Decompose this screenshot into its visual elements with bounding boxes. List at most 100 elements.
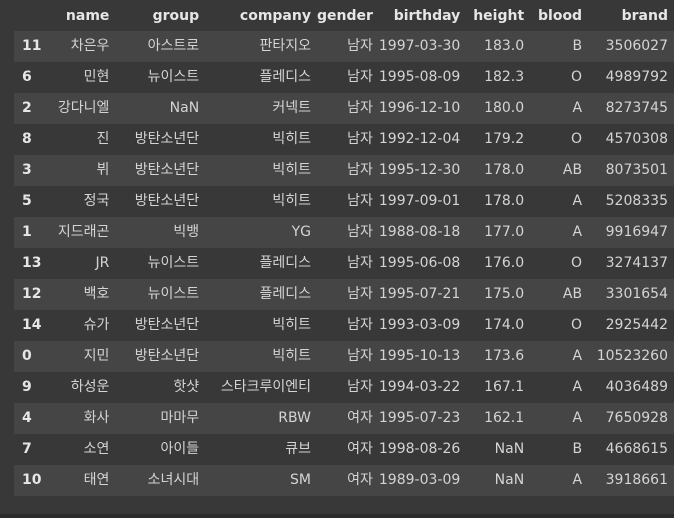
column-header-birthday: birthday bbox=[393, 8, 461, 24]
row-index: 7 bbox=[22, 441, 32, 457]
cell-brand: 3274137 bbox=[605, 255, 668, 271]
cell-height: 179.2 bbox=[484, 131, 525, 147]
cell-gender: 남자 bbox=[347, 100, 373, 116]
cell-name: 태연 bbox=[83, 472, 110, 488]
cell-brand: 9916947 bbox=[605, 224, 668, 240]
row-index: 2 bbox=[22, 100, 32, 116]
table-row: 2 강다니엘 NaN 커넥트 남자 1996-12-10 180.0 A 8273745 bbox=[14, 93, 674, 124]
cell-brand: 3301654 bbox=[605, 286, 668, 302]
table-row: 12 백호 뉴이스트 플레디스 남자 1995-07-21 175.0 AB 3301654 bbox=[14, 279, 674, 310]
cell-birthday: 1988-08-18 bbox=[378, 224, 461, 240]
cell-gender: 남자 bbox=[347, 69, 373, 85]
cell-name: 백호 bbox=[83, 286, 110, 302]
cell-blood: B bbox=[572, 38, 583, 54]
cell-brand: 8273745 bbox=[605, 100, 668, 116]
cell-birthday: 1992-12-04 bbox=[378, 131, 461, 147]
cell-height: NaN bbox=[494, 472, 525, 488]
cell-gender: 남자 bbox=[347, 193, 373, 209]
row-index: 11 bbox=[22, 38, 42, 54]
table-row: 10 태연 소녀시대 SM 여자 1989-03-09 NaN A 3918661 bbox=[14, 465, 674, 496]
cell-birthday: 1994-03-22 bbox=[378, 379, 461, 395]
table-row: 13 JR 뉴이스트 플레디스 남자 1995-06-08 176.0 O 3274137 bbox=[14, 248, 674, 279]
cell-birthday: 1995-12-30 bbox=[378, 162, 461, 178]
cell-gender: 남자 bbox=[347, 131, 373, 147]
cell-group: 방탄소년단 bbox=[134, 193, 200, 209]
table-row: 3 뷔 방탄소년단 빅히트 남자 1995-12-30 178.0 AB 8073501 bbox=[14, 155, 674, 186]
row-index: 4 bbox=[22, 410, 32, 426]
table-row: 6 민현 뉴이스트 플레디스 남자 1995-08-09 182.3 O 4989792 bbox=[14, 62, 674, 93]
row-index: 0 bbox=[22, 348, 32, 364]
dataframe-table: name group company gender birthday height bloo… bbox=[14, 2, 674, 496]
scrollbar-track[interactable] bbox=[0, 514, 674, 518]
cell-height: 175.0 bbox=[484, 286, 525, 302]
table-row: 7 소연 아이들 큐브 여자 1998-08-26 NaN B 4668615 bbox=[14, 434, 674, 465]
cell-name: 지드래곤 bbox=[57, 224, 110, 240]
cell-group: 뉴이스트 bbox=[147, 255, 200, 271]
cell-company: 빅히트 bbox=[272, 317, 311, 333]
row-index: 12 bbox=[22, 286, 42, 302]
table-row: 0 지민 방탄소년단 빅히트 남자 1995-10-13 173.6 A 10523260 bbox=[14, 341, 674, 372]
cell-height: 176.0 bbox=[484, 255, 525, 271]
cell-gender: 여자 bbox=[347, 410, 373, 426]
cell-birthday: 1995-06-08 bbox=[378, 255, 461, 271]
cell-height: 162.1 bbox=[484, 410, 525, 426]
row-index: 14 bbox=[22, 317, 42, 333]
cell-name: 차은우 bbox=[70, 38, 110, 54]
cell-company: 큐브 bbox=[285, 441, 311, 457]
cell-company: 플레디스 bbox=[259, 255, 311, 271]
cell-brand: 4570308 bbox=[605, 131, 668, 147]
cell-height: 177.0 bbox=[484, 224, 525, 240]
cell-gender: 남자 bbox=[347, 224, 373, 240]
cell-gender: 여자 bbox=[347, 472, 373, 488]
row-index: 10 bbox=[22, 472, 42, 488]
column-header-blood: blood bbox=[538, 8, 583, 24]
cell-birthday: 1995-07-23 bbox=[378, 410, 461, 426]
cell-height: 178.0 bbox=[484, 162, 525, 178]
cell-blood: A bbox=[572, 224, 583, 240]
row-index: 9 bbox=[22, 379, 32, 395]
cell-name: JR bbox=[95, 255, 110, 271]
cell-gender: 남자 bbox=[347, 286, 373, 302]
cell-name: 지민 bbox=[83, 348, 110, 364]
row-index: 8 bbox=[22, 131, 32, 147]
header-row: name group company gender birthday height bloo… bbox=[14, 2, 674, 31]
cell-gender: 남자 bbox=[347, 255, 373, 271]
column-header-company: company bbox=[239, 8, 311, 24]
cell-name: 민현 bbox=[83, 69, 110, 85]
cell-group: 아이들 bbox=[160, 441, 200, 457]
cell-blood: A bbox=[572, 472, 583, 488]
row-index: 6 bbox=[22, 69, 32, 85]
cell-name: 강다니엘 bbox=[57, 100, 110, 116]
cell-group: NaN bbox=[169, 100, 200, 116]
cell-blood: AB bbox=[562, 286, 583, 302]
cell-group: 빅뱅 bbox=[173, 224, 200, 240]
cell-gender: 남자 bbox=[347, 162, 373, 178]
cell-company: 빅히트 bbox=[272, 131, 311, 147]
cell-height: NaN bbox=[494, 441, 525, 457]
cell-brand: 2925442 bbox=[605, 317, 668, 333]
table-row: 14 슈가 방탄소년단 빅히트 남자 1993-03-09 174.0 O 2925442 bbox=[14, 310, 674, 341]
cell-birthday: 1997-03-30 bbox=[378, 38, 461, 54]
cell-birthday: 1989-03-09 bbox=[378, 472, 461, 488]
cell-company: 빅히트 bbox=[272, 162, 311, 178]
cell-company: 빅히트 bbox=[272, 348, 311, 364]
table-row: 5 정국 방탄소년단 빅히트 남자 1997-09-01 178.0 A 5208335 bbox=[14, 186, 674, 217]
cell-blood: A bbox=[572, 410, 583, 426]
cell-brand: 5208335 bbox=[605, 193, 668, 209]
cell-name: 소연 bbox=[83, 441, 110, 457]
cell-name: 하성운 bbox=[70, 379, 110, 395]
cell-birthday: 1998-08-26 bbox=[378, 441, 461, 457]
cell-blood: O bbox=[571, 131, 583, 147]
table-row: 1 지드래곤 빅뱅 YG 남자 1988-08-18 177.0 A 9916947 bbox=[14, 217, 674, 248]
cell-group: 방탄소년단 bbox=[134, 131, 200, 147]
cell-company: SM bbox=[290, 472, 311, 488]
cell-company: RBW bbox=[278, 410, 311, 426]
cell-blood: B bbox=[572, 441, 583, 457]
output-cell: name group company gender birthday height bloo… bbox=[0, 0, 674, 518]
cell-group: 마마무 bbox=[160, 410, 200, 426]
cell-gender: 남자 bbox=[347, 317, 373, 333]
cell-group: 뉴이스트 bbox=[147, 286, 200, 302]
cell-name: 진 bbox=[96, 131, 110, 147]
cell-group: 아스트로 bbox=[147, 38, 200, 54]
cell-brand: 8073501 bbox=[605, 162, 668, 178]
